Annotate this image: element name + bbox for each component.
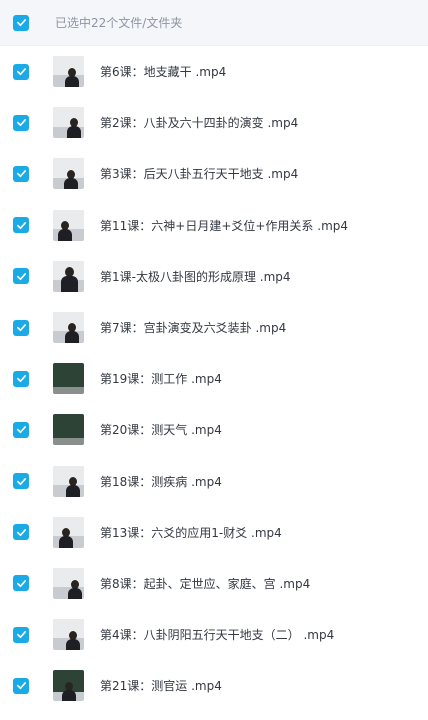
file-name: 第6课：地支藏干 .mp4 [100,65,227,80]
video-thumbnail [53,158,84,190]
check-icon [16,682,26,690]
video-thumbnail [53,209,84,241]
video-thumbnail [53,670,84,702]
file-name: 第4课：八卦阴阳五行天干地支（二） .mp4 [100,628,335,643]
check-icon [16,631,26,639]
file-row[interactable]: 第6课：地支藏干 .mp4 [0,46,428,97]
check-icon [16,528,26,536]
file-checkbox[interactable] [13,63,29,80]
video-thumbnail [53,465,84,497]
selection-count-label: 已选中22个文件/文件夹 [55,16,183,30]
file-row[interactable]: 第19课：测工作 .mp4 [0,353,428,404]
file-row[interactable]: 第11课：六神+日月建+爻位+作用关系 .mp4 [0,200,428,251]
check-icon [16,477,26,485]
check-icon [16,580,26,588]
file-name: 第18课：测疾病 .mp4 [100,474,222,489]
video-thumbnail [53,107,84,139]
file-row[interactable]: 第20课：测天气 .mp4 [0,404,428,455]
file-name: 第19课：测工作 .mp4 [100,372,222,387]
file-checkbox[interactable] [13,319,29,336]
file-row[interactable]: 第18课：测疾病 .mp4 [0,456,428,507]
check-icon [16,221,26,229]
select-all-checkbox[interactable] [13,14,29,31]
file-name: 第2课：八卦及六十四卦的演变 .mp4 [100,116,299,131]
video-thumbnail [53,363,84,395]
check-icon [16,272,26,280]
file-name: 第7课：宫卦演变及六爻装卦 .mp4 [100,321,287,336]
video-thumbnail [53,567,84,599]
video-thumbnail [53,516,84,548]
file-checkbox[interactable] [13,575,29,592]
file-row[interactable]: 第4课：八卦阴阳五行天干地支（二） .mp4 [0,609,428,660]
file-checkbox[interactable] [13,421,29,438]
video-thumbnail [53,260,84,292]
file-checkbox[interactable] [13,370,29,387]
file-name: 第11课：六神+日月建+爻位+作用关系 .mp4 [100,218,349,233]
file-checkbox[interactable] [13,165,29,182]
file-checkbox[interactable] [13,114,29,131]
video-thumbnail [53,56,84,88]
file-checkbox[interactable] [13,473,29,490]
file-list: 第6课：地支藏干 .mp4 第2课：八卦及六十四卦的演变 .mp4 第3课：后天… [0,46,428,711]
video-thumbnail [53,312,84,344]
file-name: 第21课：测官运 .mp4 [100,679,222,694]
file-row[interactable]: 第21课：测官运 .mp4 [0,660,428,711]
video-thumbnail [53,619,84,651]
file-name: 第3课：后天八卦五行天干地支 .mp4 [100,167,299,182]
check-icon [16,19,26,27]
file-row[interactable]: 第1课-太极八卦图的形成原理 .mp4 [0,251,428,302]
check-icon [16,426,26,434]
file-row[interactable]: 第3课：后天八卦五行天干地支 .mp4 [0,148,428,199]
video-thumbnail [53,414,84,446]
check-icon [16,375,26,383]
file-checkbox[interactable] [13,217,29,234]
check-icon [16,324,26,332]
file-checkbox[interactable] [13,524,29,541]
file-row[interactable]: 第2课：八卦及六十四卦的演变 .mp4 [0,97,428,148]
file-checkbox[interactable] [13,677,29,694]
selection-header: 已选中22个文件/文件夹 [0,0,428,46]
file-row[interactable]: 第13课：六爻的应用1-财爻 .mp4 [0,507,428,558]
check-icon [16,119,26,127]
check-icon [16,170,26,178]
file-checkbox[interactable] [13,626,29,643]
file-row[interactable]: 第7课：宫卦演变及六爻装卦 .mp4 [0,302,428,353]
check-icon [16,68,26,76]
file-name: 第8课：起卦、定世应、家庭、宫 .mp4 [100,576,311,591]
file-row[interactable]: 第8课：起卦、定世应、家庭、宫 .mp4 [0,558,428,609]
file-name: 第13课：六爻的应用1-财爻 .mp4 [100,525,282,540]
file-name: 第20课：测天气 .mp4 [100,423,222,438]
file-checkbox[interactable] [13,268,29,285]
file-name: 第1课-太极八卦图的形成原理 .mp4 [100,269,291,284]
